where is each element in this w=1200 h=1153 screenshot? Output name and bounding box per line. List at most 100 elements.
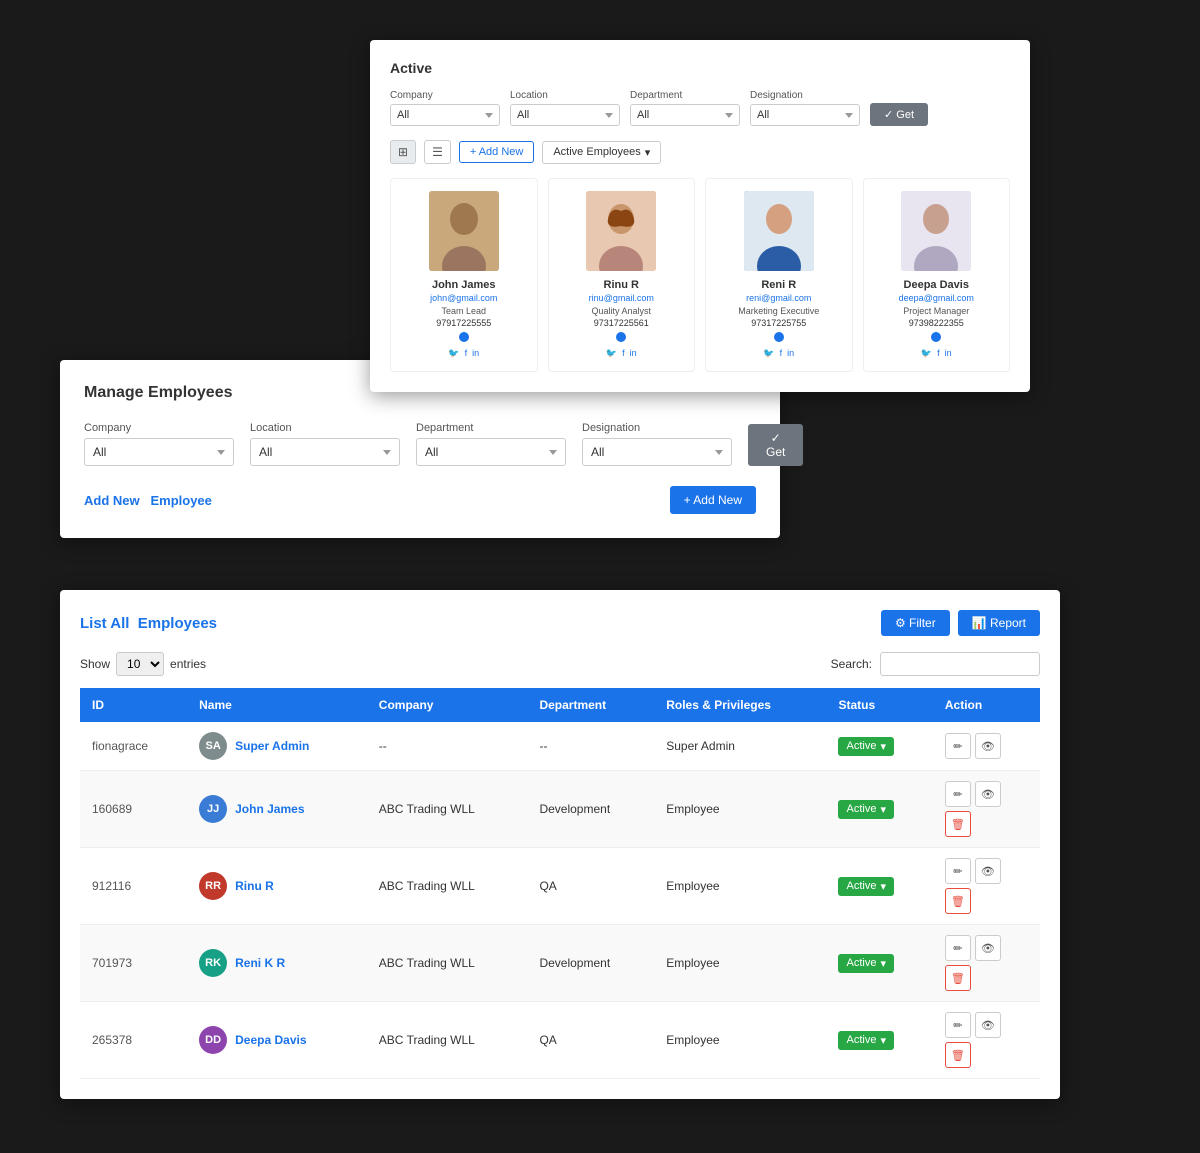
- td-id-1: 160689: [80, 771, 187, 848]
- status-badge-3[interactable]: Active ▾: [838, 954, 894, 973]
- view-button-2[interactable]: 👁: [975, 858, 1001, 884]
- manage-add-text: Add New Employee: [84, 493, 212, 508]
- manage-department-select[interactable]: All: [416, 438, 566, 466]
- status-badge-1[interactable]: Active ▾: [838, 800, 894, 819]
- td-status-1: Active ▾: [826, 771, 932, 848]
- active-department-select[interactable]: All: [630, 104, 740, 126]
- list-header: List All Employees ⚙ Filter 📊 Report: [80, 610, 1040, 636]
- td-name-text-1[interactable]: John James: [235, 802, 304, 816]
- edit-button-4[interactable]: ✏: [945, 1012, 971, 1038]
- emp-phone-2: 97317225755: [714, 318, 844, 328]
- manage-company-select[interactable]: All: [84, 438, 234, 466]
- twitter-icon-1[interactable]: 🐦: [606, 348, 617, 359]
- active-designation-select[interactable]: All: [750, 104, 860, 126]
- facebook-icon-1[interactable]: f: [622, 348, 625, 359]
- emp-name-3: Deepa Davis: [872, 279, 1002, 291]
- view-button-1[interactable]: 👁: [975, 781, 1001, 807]
- facebook-icon-3[interactable]: f: [937, 348, 940, 359]
- view-button-0[interactable]: 👁: [975, 733, 1001, 759]
- delete-button-1[interactable]: 🗑: [945, 811, 971, 837]
- manage-location-label: Location: [250, 422, 400, 434]
- active-location-select[interactable]: All: [510, 104, 620, 126]
- table-row: fionagrace SA Super Admin -- -- Super Ad…: [80, 722, 1040, 771]
- list-title-prefix: List All: [80, 615, 129, 632]
- td-company-0: --: [367, 722, 528, 771]
- delete-button-3[interactable]: 🗑: [945, 965, 971, 991]
- td-name-4: DD Deepa Davis: [187, 1002, 367, 1079]
- manage-location-select[interactable]: All: [250, 438, 400, 466]
- delete-button-4[interactable]: 🗑: [945, 1042, 971, 1068]
- search-input[interactable]: [880, 652, 1040, 676]
- manage-designation-select[interactable]: All: [582, 438, 732, 466]
- td-department-4: QA: [527, 1002, 654, 1079]
- emp-email-1: rinu@gmail.com: [557, 293, 687, 303]
- manage-get-button[interactable]: ✓ Get: [748, 424, 803, 466]
- td-name-text-0[interactable]: Super Admin: [235, 739, 309, 753]
- table-row: 265378 DD Deepa Davis ABC Trading WLL QA…: [80, 1002, 1040, 1079]
- active-company-select[interactable]: All: [390, 104, 500, 126]
- td-action-1: ✏ 👁 🗑: [933, 771, 1040, 848]
- card-list-window: List All Employees ⚙ Filter 📊 Report Sho…: [60, 590, 1060, 1099]
- view-button-4[interactable]: 👁: [975, 1012, 1001, 1038]
- emp-socials-3: 🐦 f in: [872, 348, 1002, 359]
- active-toolbar-row: ⊞ ☰ + Add New Active Employees ▾: [390, 140, 1010, 164]
- list-header-actions: ⚙ Filter 📊 Report: [881, 610, 1040, 636]
- td-name-text-2[interactable]: Rinu R: [235, 879, 274, 893]
- td-name-0: SA Super Admin: [187, 722, 367, 771]
- facebook-icon-2[interactable]: f: [780, 348, 783, 359]
- facebook-icon-0[interactable]: f: [465, 348, 468, 359]
- view-button-3[interactable]: 👁: [975, 935, 1001, 961]
- edit-button-1[interactable]: ✏: [945, 781, 971, 807]
- entries-per-page-select[interactable]: 10 25 50: [116, 652, 164, 676]
- status-badge-4[interactable]: Active ▾: [838, 1031, 894, 1050]
- emp-status-dot-0: [459, 332, 469, 342]
- td-id-0: fionagrace: [80, 722, 187, 771]
- manage-designation-group: Designation All: [582, 422, 732, 466]
- td-roles-4: Employee: [654, 1002, 826, 1079]
- active-get-button[interactable]: ✓ Get: [870, 103, 928, 126]
- grid-view-button[interactable]: ⊞: [390, 140, 416, 164]
- emp-avatar-3: [901, 191, 971, 271]
- td-roles-0: Super Admin: [654, 722, 826, 771]
- active-designation-group: Designation All: [750, 90, 860, 126]
- linkedin-icon-2[interactable]: in: [787, 348, 794, 359]
- emp-socials-2: 🐦 f in: [714, 348, 844, 359]
- twitter-icon-3[interactable]: 🐦: [921, 348, 932, 359]
- emp-card-2: Reni R reni@gmail.com Marketing Executiv…: [705, 178, 853, 372]
- twitter-icon-2[interactable]: 🐦: [763, 348, 774, 359]
- show-entries-left: Show 10 25 50 entries: [80, 652, 206, 676]
- col-name: Name: [187, 688, 367, 722]
- manage-add-new-button[interactable]: + Add New: [670, 486, 756, 514]
- emp-status-dot-3: [931, 332, 941, 342]
- edit-button-2[interactable]: ✏: [945, 858, 971, 884]
- active-filter-dropdown-label: Active Employees: [553, 146, 640, 158]
- edit-button-0[interactable]: ✏: [945, 733, 971, 759]
- status-badge-2[interactable]: Active ▾: [838, 877, 894, 896]
- filter-button[interactable]: ⚙ Filter: [881, 610, 950, 636]
- report-button[interactable]: 📊 Report: [958, 610, 1040, 636]
- td-status-3: Active ▾: [826, 925, 932, 1002]
- emp-phone-1: 97317225561: [557, 318, 687, 328]
- active-add-new-button[interactable]: + Add New: [459, 141, 535, 163]
- search-row: Search:: [831, 652, 1040, 676]
- td-name-3: RK Reni K R: [187, 925, 367, 1002]
- col-department: Department: [527, 688, 654, 722]
- td-roles-1: Employee: [654, 771, 826, 848]
- linkedin-icon-3[interactable]: in: [945, 348, 952, 359]
- td-name-text-4[interactable]: Deepa Davis: [235, 1033, 306, 1047]
- emp-role-0: Team Lead: [399, 306, 529, 316]
- linkedin-icon-1[interactable]: in: [630, 348, 637, 359]
- td-department-3: Development: [527, 925, 654, 1002]
- emp-email-0: john@gmail.com: [399, 293, 529, 303]
- list-view-button[interactable]: ☰: [424, 140, 451, 164]
- delete-button-2[interactable]: 🗑: [945, 888, 971, 914]
- linkedin-icon-0[interactable]: in: [472, 348, 479, 359]
- table-row: 912116 RR Rinu R ABC Trading WLL QA Empl…: [80, 848, 1040, 925]
- twitter-icon-0[interactable]: 🐦: [448, 348, 459, 359]
- status-badge-0[interactable]: Active ▾: [838, 737, 894, 756]
- active-filter-dropdown-button[interactable]: Active Employees ▾: [542, 141, 661, 164]
- td-name-text-3[interactable]: Reni K R: [235, 956, 285, 970]
- active-filter-chevron-icon: ▾: [645, 146, 651, 159]
- active-department-label: Department: [630, 90, 740, 101]
- edit-button-3[interactable]: ✏: [945, 935, 971, 961]
